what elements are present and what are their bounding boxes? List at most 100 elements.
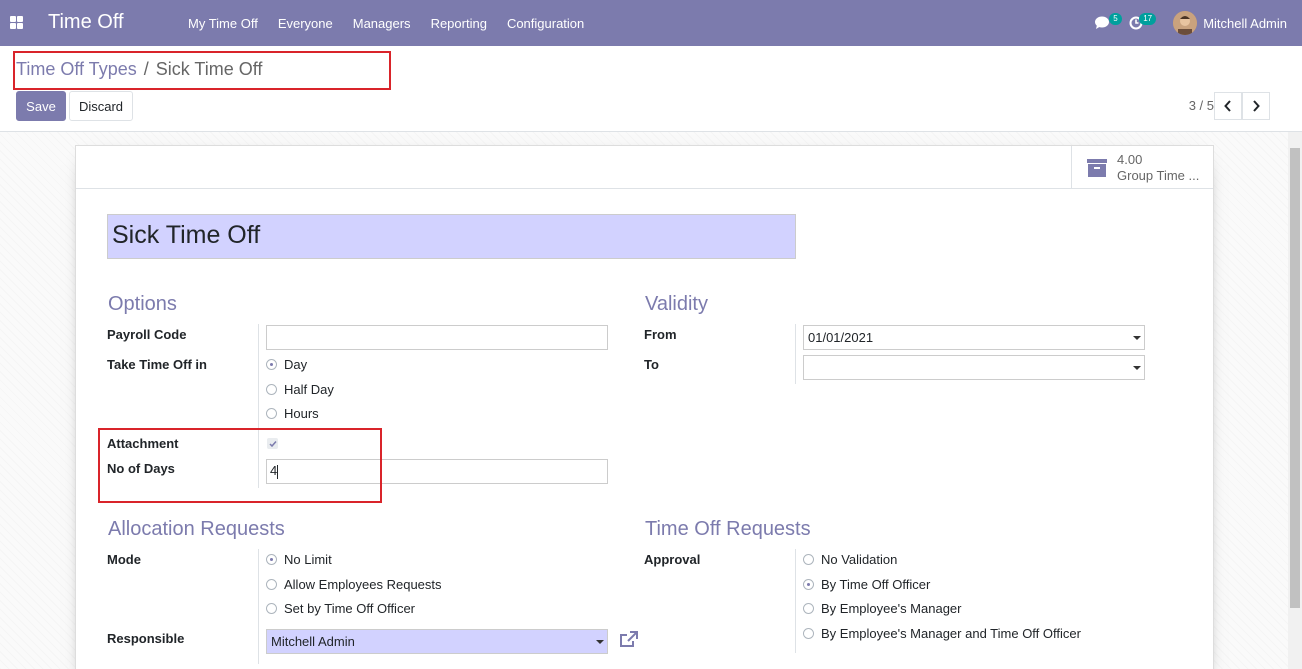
systray: 5 17 Mitchell Admin — [1073, 0, 1302, 46]
menu-reporting[interactable]: Reporting — [421, 16, 497, 31]
text-cursor — [277, 464, 279, 479]
options-group-title: Options — [108, 293, 177, 315]
avatar — [1173, 11, 1198, 35]
radio-by-manager[interactable] — [803, 603, 814, 614]
attachment-checkbox[interactable] — [267, 438, 278, 449]
name-field[interactable]: Sick Time Off — [107, 214, 796, 259]
scrollbar-thumb[interactable] — [1290, 148, 1300, 608]
radio-hours-label: Hours — [284, 406, 319, 421]
radio-by-manager-and-officer-label: By Employee's Manager and Time Off Offic… — [821, 626, 1081, 641]
app-brand[interactable]: Time Off — [48, 11, 124, 34]
mode-label: Mode — [107, 552, 141, 567]
attachment-divider — [258, 434, 259, 488]
take-time-off-day-radio[interactable]: Day — [266, 357, 307, 372]
mode-allow-employees-radio[interactable]: Allow Employees Requests — [266, 577, 442, 592]
take-time-off-hours-radio[interactable]: Hours — [266, 406, 319, 421]
stat-label: Group Time ... — [1117, 167, 1200, 183]
radio-no-limit[interactable] — [266, 554, 277, 565]
radio-by-officer-label: By Time Off Officer — [821, 577, 931, 592]
radio-set-by-officer-label: Set by Time Off Officer — [284, 601, 416, 616]
breadcrumb: Time Off Types / Sick Time Off — [16, 59, 262, 80]
form-sheet: 4.00 Group Time ... Sick Time Off Option… — [75, 145, 1214, 669]
button-box: 4.00 Group Time ... — [76, 146, 1213, 189]
messages-badge: 5 — [1109, 13, 1122, 25]
breadcrumb-parent[interactable]: Time Off Types — [16, 59, 137, 80]
group-time-off-stat-button[interactable]: 4.00 Group Time ... — [1071, 146, 1213, 189]
no-of-days-input[interactable]: 4 — [266, 459, 608, 484]
radio-no-validation-label: No Validation — [821, 552, 898, 567]
save-button[interactable]: Save — [16, 91, 66, 121]
options-divider — [258, 324, 259, 444]
approval-by-officer-radio[interactable]: By Time Off Officer — [803, 577, 930, 592]
from-date-value: 01/01/2021 — [808, 330, 874, 345]
menu-configuration[interactable]: Configuration — [497, 16, 594, 31]
payroll-code-label: Payroll Code — [107, 327, 187, 342]
menu-everyone[interactable]: Everyone — [268, 16, 343, 31]
to-label: To — [644, 357, 659, 372]
chevron-down-icon — [1133, 336, 1141, 340]
responsible-label: Responsible — [107, 631, 185, 646]
chevron-right-icon — [1253, 100, 1260, 112]
radio-set-by-officer[interactable] — [266, 603, 277, 614]
chevron-left-icon — [1224, 100, 1231, 112]
breadcrumb-separator: / — [143, 59, 149, 79]
user-menu[interactable]: Mitchell Admin — [1173, 11, 1302, 35]
apps-menu-icon[interactable] — [10, 16, 23, 29]
take-time-off-label: Take Time Off in — [107, 357, 207, 372]
radio-day[interactable] — [266, 359, 277, 370]
archive-icon — [1087, 158, 1107, 177]
requests-group-title: Time Off Requests — [645, 518, 811, 540]
validity-group-title: Validity — [645, 293, 708, 315]
breadcrumb-current: Sick Time Off — [155, 59, 263, 79]
radio-half-day-label: Half Day — [284, 382, 334, 397]
form-view: 4.00 Group Time ... Sick Time Off Option… — [0, 132, 1302, 669]
approval-label: Approval — [644, 552, 701, 567]
radio-by-officer[interactable] — [803, 579, 814, 590]
requests-divider — [795, 549, 796, 653]
activities-badge: 17 — [1139, 13, 1157, 25]
navbar: Time Off My Time Off Everyone Managers R… — [0, 0, 1302, 46]
responsible-value: Mitchell Admin — [271, 634, 355, 649]
pager-value[interactable]: 3 / 5 — [1189, 98, 1214, 113]
chevron-down-icon — [596, 640, 604, 644]
chevron-down-icon — [1133, 366, 1141, 370]
take-time-off-half-day-radio[interactable]: Half Day — [266, 382, 334, 397]
radio-allow-employees-label: Allow Employees Requests — [284, 577, 442, 592]
stat-value: 4.00 — [1117, 151, 1143, 167]
radio-hours[interactable] — [266, 408, 277, 419]
activity-menu[interactable]: 17 — [1123, 0, 1173, 46]
payroll-code-input[interactable] — [266, 325, 608, 350]
menu-my-time-off[interactable]: My Time Off — [178, 16, 268, 31]
from-date-field[interactable]: 01/01/2021 — [803, 325, 1145, 350]
discard-button[interactable]: Discard — [69, 91, 133, 121]
radio-no-validation[interactable] — [803, 554, 814, 565]
mode-set-by-officer-radio[interactable]: Set by Time Off Officer — [266, 601, 415, 616]
radio-allow-employees[interactable] — [266, 579, 277, 590]
radio-day-label: Day — [284, 357, 308, 372]
control-panel: Time Off Types / Sick Time Off Save Disc… — [0, 46, 1302, 132]
no-of-days-label: No of Days — [107, 461, 175, 476]
menu-managers[interactable]: Managers — [343, 16, 421, 31]
pager-next-button[interactable] — [1242, 92, 1270, 120]
allocation-group-title: Allocation Requests — [108, 518, 285, 540]
to-date-field[interactable] — [803, 355, 1145, 380]
user-name: Mitchell Admin — [1203, 15, 1287, 31]
radio-half-day[interactable] — [266, 384, 277, 395]
radio-by-manager-and-officer[interactable] — [803, 628, 814, 639]
approval-by-manager-radio[interactable]: By Employee's Manager — [803, 601, 962, 616]
responsible-field[interactable]: Mitchell Admin — [266, 629, 608, 654]
main-menu: My Time Off Everyone Managers Reporting … — [178, 0, 594, 46]
radio-no-limit-label: No Limit — [284, 552, 332, 567]
approval-no-validation-radio[interactable]: No Validation — [803, 552, 897, 567]
allocation-divider — [258, 549, 259, 664]
check-icon — [268, 440, 277, 447]
no-of-days-value: 4 — [270, 463, 278, 478]
messaging-menu[interactable]: 5 — [1073, 0, 1123, 46]
external-link-icon[interactable] — [619, 631, 639, 649]
pager-previous-button[interactable] — [1214, 92, 1242, 120]
attachment-label: Attachment — [107, 436, 179, 451]
radio-by-manager-label: By Employee's Manager — [821, 601, 962, 616]
mode-no-limit-radio[interactable]: No Limit — [266, 552, 332, 567]
validity-divider — [795, 324, 796, 384]
approval-by-manager-and-officer-radio[interactable]: By Employee's Manager and Time Off Offic… — [803, 626, 1081, 641]
